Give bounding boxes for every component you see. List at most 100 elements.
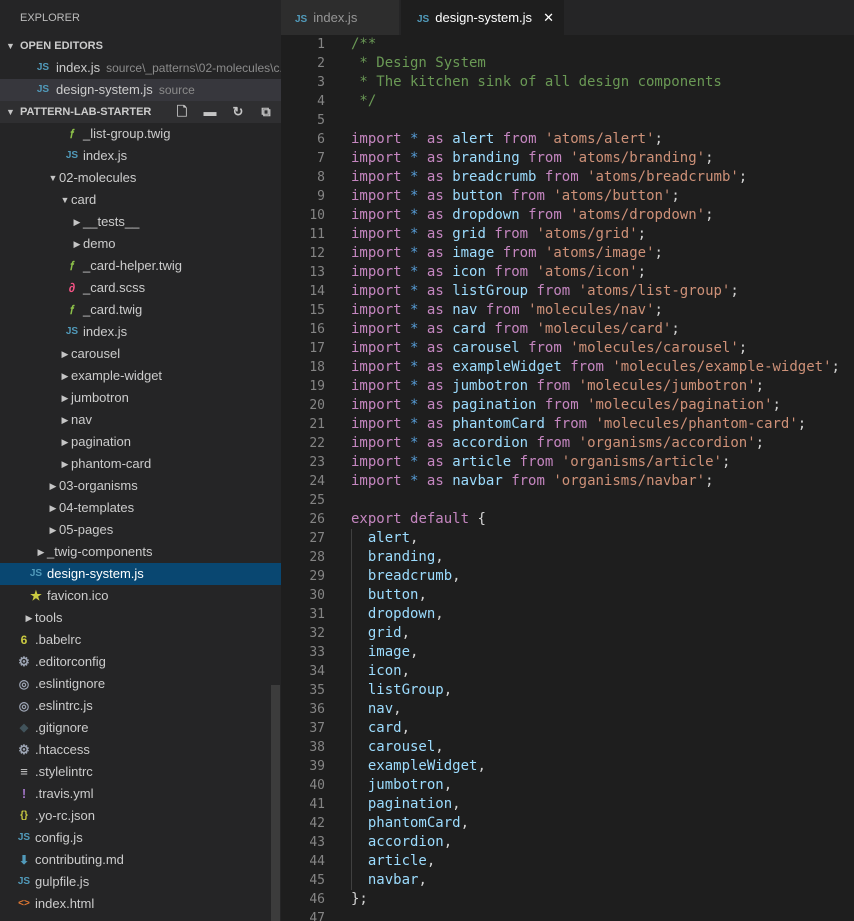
js-file-icon: JS [65, 150, 79, 161]
tree-item[interactable]: ▶ 05-pages [0, 519, 281, 541]
star-icon: ★ [30, 588, 42, 603]
tree-item[interactable]: ▶ carousel [0, 343, 281, 365]
code-token: card [367, 720, 402, 736]
tree-item[interactable]: JS config.js [0, 827, 281, 849]
sidebar-scrollbar[interactable] [271, 685, 280, 921]
tree-item[interactable]: JS index.js [0, 145, 281, 167]
tree-item-label: contributing.md [35, 852, 124, 867]
code-line: breadcrumb, [351, 567, 461, 586]
tree-item[interactable]: JS design-system.js [0, 563, 281, 585]
code-token: from [494, 226, 529, 242]
line-number: 45 [309, 873, 325, 888]
tree-item[interactable]: ⬇ contributing.md [0, 849, 281, 871]
tree-item[interactable]: ! .travis.yml [0, 783, 281, 805]
code-token: pagination [452, 397, 537, 413]
code-token: * The kitchen sink of all design compone… [351, 74, 722, 90]
tree-item[interactable]: ▶ phantom-card [0, 453, 281, 475]
collapse-all-icon[interactable]: ⧉ [257, 101, 275, 123]
line-number: 5 [317, 113, 325, 128]
code-line: image, [351, 643, 419, 662]
tree-item[interactable]: ◎ .eslintignore [0, 673, 281, 695]
code-token: branding [367, 549, 436, 565]
code-token: carousel [367, 739, 436, 755]
project-header[interactable]: ▼ PATTERN-LAB-STARTER 🗋 ▬ ↻ ⧉ [0, 101, 281, 123]
code-editor[interactable]: 1 /** 2 * Design System 3 * The kitchen sin… [281, 35, 854, 921]
tree-item[interactable]: ★ favicon.ico [0, 585, 281, 607]
code-token: */ [351, 93, 377, 109]
new-folder-icon[interactable]: ▬ [201, 101, 219, 123]
tree-item[interactable]: ◆ .gitignore [0, 717, 281, 739]
new-file-icon[interactable]: 🗋 [173, 101, 191, 123]
line-number: 23 [309, 455, 325, 470]
tree-item[interactable]: JS index.js [0, 321, 281, 343]
code-token: 'molecules/pagination' [587, 397, 773, 413]
tree-item[interactable]: ≡ .stylelintrc [0, 761, 281, 783]
tree-item[interactable]: ⚙ .htaccess [0, 739, 281, 761]
code-token: ; [637, 226, 647, 242]
tree-item-label: _card.twig [83, 302, 143, 317]
tree-item[interactable]: ∂ _card.scss [0, 277, 281, 299]
tree-item[interactable]: ▶ pagination [0, 431, 281, 453]
chevron-down-icon: ▼ [60, 195, 70, 205]
code-token: 'atoms/breadcrumb' [587, 169, 739, 185]
code-token: from [502, 245, 537, 261]
code-token: accordion [367, 834, 444, 850]
tab-index-js[interactable]: JS index.js [281, 0, 399, 35]
code-token: alert [452, 131, 495, 147]
line-number: 14 [309, 284, 325, 299]
open-editors-label: OPEN EDITORS [20, 40, 103, 52]
js-file-icon: JS [17, 832, 31, 843]
tree-item[interactable]: 6 .babelrc [0, 629, 281, 651]
tree-item[interactable]: ▶ 03-organisms [0, 475, 281, 497]
tree-item[interactable]: ◎ .eslintrc.js [0, 695, 281, 717]
code-token: button [452, 188, 503, 204]
tree-item[interactable]: ▶ __tests__ [0, 211, 281, 233]
open-editor-index-js[interactable]: JS index.js source\_patterns\02-molecules… [0, 57, 281, 79]
code-token: from [536, 435, 571, 451]
tree-item[interactable]: ▼ 02-molecules [0, 167, 281, 189]
js-file-icon: JS [17, 876, 31, 887]
tree-item[interactable]: ▶ jumbotron [0, 387, 281, 409]
code-token: as [426, 264, 444, 280]
tree-item[interactable]: ▶ nav [0, 409, 281, 431]
code-line: nav, [351, 700, 402, 719]
line-number: 28 [309, 550, 325, 565]
tree-item[interactable]: ▶ demo [0, 233, 281, 255]
tree-item[interactable]: 𝑓 _list-group.twig [0, 123, 281, 145]
close-icon[interactable]: ✕ [543, 0, 554, 35]
line-number: 2 [317, 56, 325, 71]
tree-item[interactable]: ▶ _twig-components [0, 541, 281, 563]
tree-item[interactable]: ▶ tools [0, 607, 281, 629]
code-token: ; [730, 283, 739, 299]
tree-item[interactable]: ▼ card [0, 189, 281, 211]
code-line: /** [351, 35, 376, 54]
tree-item[interactable]: 𝑓 _card-helper.twig [0, 255, 281, 277]
tree-item[interactable]: JS gulpfile.js [0, 871, 281, 893]
open-editor-design-system-js[interactable]: JS design-system.js source [0, 79, 281, 101]
open-editors-header[interactable]: ▼ OPEN EDITORS [0, 35, 281, 57]
tree-item[interactable]: ▶ 04-templates [0, 497, 281, 519]
tree-item-label: design-system.js [47, 566, 144, 581]
tree-item-label: favicon.ico [47, 588, 109, 603]
code-token: import [351, 473, 402, 489]
tree-item[interactable]: ⚙ .editorconfig [0, 651, 281, 673]
tree-item[interactable]: ▶ example-widget [0, 365, 281, 387]
refresh-icon[interactable]: ↻ [229, 101, 247, 123]
tab-design-system-js[interactable]: JS design-system.js ✕ [401, 0, 564, 35]
tree-item-label: carousel [71, 346, 121, 361]
tree-item[interactable]: <> index.html [0, 893, 281, 915]
tree-item[interactable]: {} .yo-rc.json [0, 805, 281, 827]
tree-item[interactable]: 𝑓 _card.twig [0, 299, 281, 321]
js-file-icon: JS [36, 84, 50, 95]
code-token: import [351, 169, 402, 185]
code-token: from [536, 283, 571, 299]
yml-file-icon: ! [21, 786, 27, 801]
code-token: nav [452, 302, 478, 318]
